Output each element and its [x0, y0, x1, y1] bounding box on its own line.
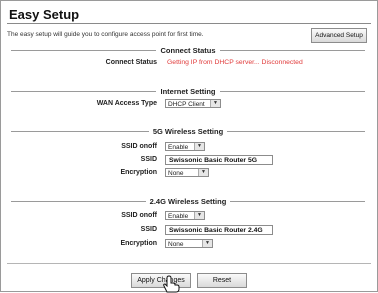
wan-access-type-value: DHCP Client: [168, 101, 205, 108]
advanced-setup-button[interactable]: Advanced Setup: [311, 28, 367, 43]
ssid-onoff-5g-select[interactable]: Enable ▼: [165, 142, 205, 151]
page-title: Easy Setup: [9, 7, 80, 22]
chevron-down-icon: ▼: [194, 143, 204, 150]
title-divider: [7, 23, 371, 24]
wan-access-type-label: WAN Access Type: [96, 100, 157, 107]
ssid-24g-label: SSID: [140, 226, 157, 233]
ssid-onoff-24g-label: SSID onoff: [121, 212, 157, 219]
ssid-5g-input[interactable]: Swissonic Basic Router 5G: [165, 155, 273, 165]
wan-access-type-select[interactable]: DHCP Client ▼: [165, 99, 221, 108]
wireless-5g-heading: 5G Wireless Setting: [11, 127, 365, 136]
reset-button[interactable]: Reset: [197, 273, 247, 288]
encryption-5g-value: None: [168, 170, 184, 177]
connect-status-heading-text: Connect Status: [156, 46, 220, 55]
chevron-down-icon: ▼: [198, 169, 208, 176]
encryption-5g-label: Encryption: [120, 169, 157, 176]
encryption-5g-select[interactable]: None ▼: [165, 168, 209, 177]
ssid-onoff-5g-label: SSID onoff: [121, 143, 157, 150]
ssid-onoff-24g-select[interactable]: Enable ▼: [165, 211, 205, 220]
ssid-onoff-24g-value: Enable: [168, 213, 189, 220]
wireless-5g-heading-text: 5G Wireless Setting: [148, 127, 228, 136]
footer-divider: [7, 263, 371, 264]
encryption-24g-label: Encryption: [120, 240, 157, 247]
chevron-down-icon: ▼: [202, 240, 212, 247]
encryption-24g-value: None: [168, 241, 184, 248]
ssid-onoff-5g-value: Enable: [168, 144, 189, 151]
chevron-down-icon: ▼: [194, 212, 204, 219]
connect-status-label: Connect Status: [105, 59, 157, 66]
internet-setting-heading-text: Internet Setting: [156, 87, 220, 96]
ssid-24g-input[interactable]: Swissonic Basic Router 2.4G: [165, 225, 273, 235]
hand-pointer-icon: [163, 275, 180, 293]
ssid-5g-label: SSID: [140, 156, 157, 163]
wireless-24g-heading-text: 2.4G Wireless Setting: [145, 197, 231, 206]
internet-setting-heading: Internet Setting: [11, 87, 365, 96]
chevron-down-icon: ▼: [210, 100, 220, 107]
easy-setup-panel: Easy Setup The easy setup will guide you…: [0, 0, 378, 293]
intro-text: The easy setup will guide you to configu…: [7, 31, 204, 38]
connect-status-heading: Connect Status: [11, 46, 365, 55]
wireless-24g-heading: 2.4G Wireless Setting: [11, 197, 365, 206]
encryption-24g-select[interactable]: None ▼: [165, 239, 213, 248]
connect-status-value: Getting IP from DHCP server... Disconnec…: [167, 59, 303, 66]
